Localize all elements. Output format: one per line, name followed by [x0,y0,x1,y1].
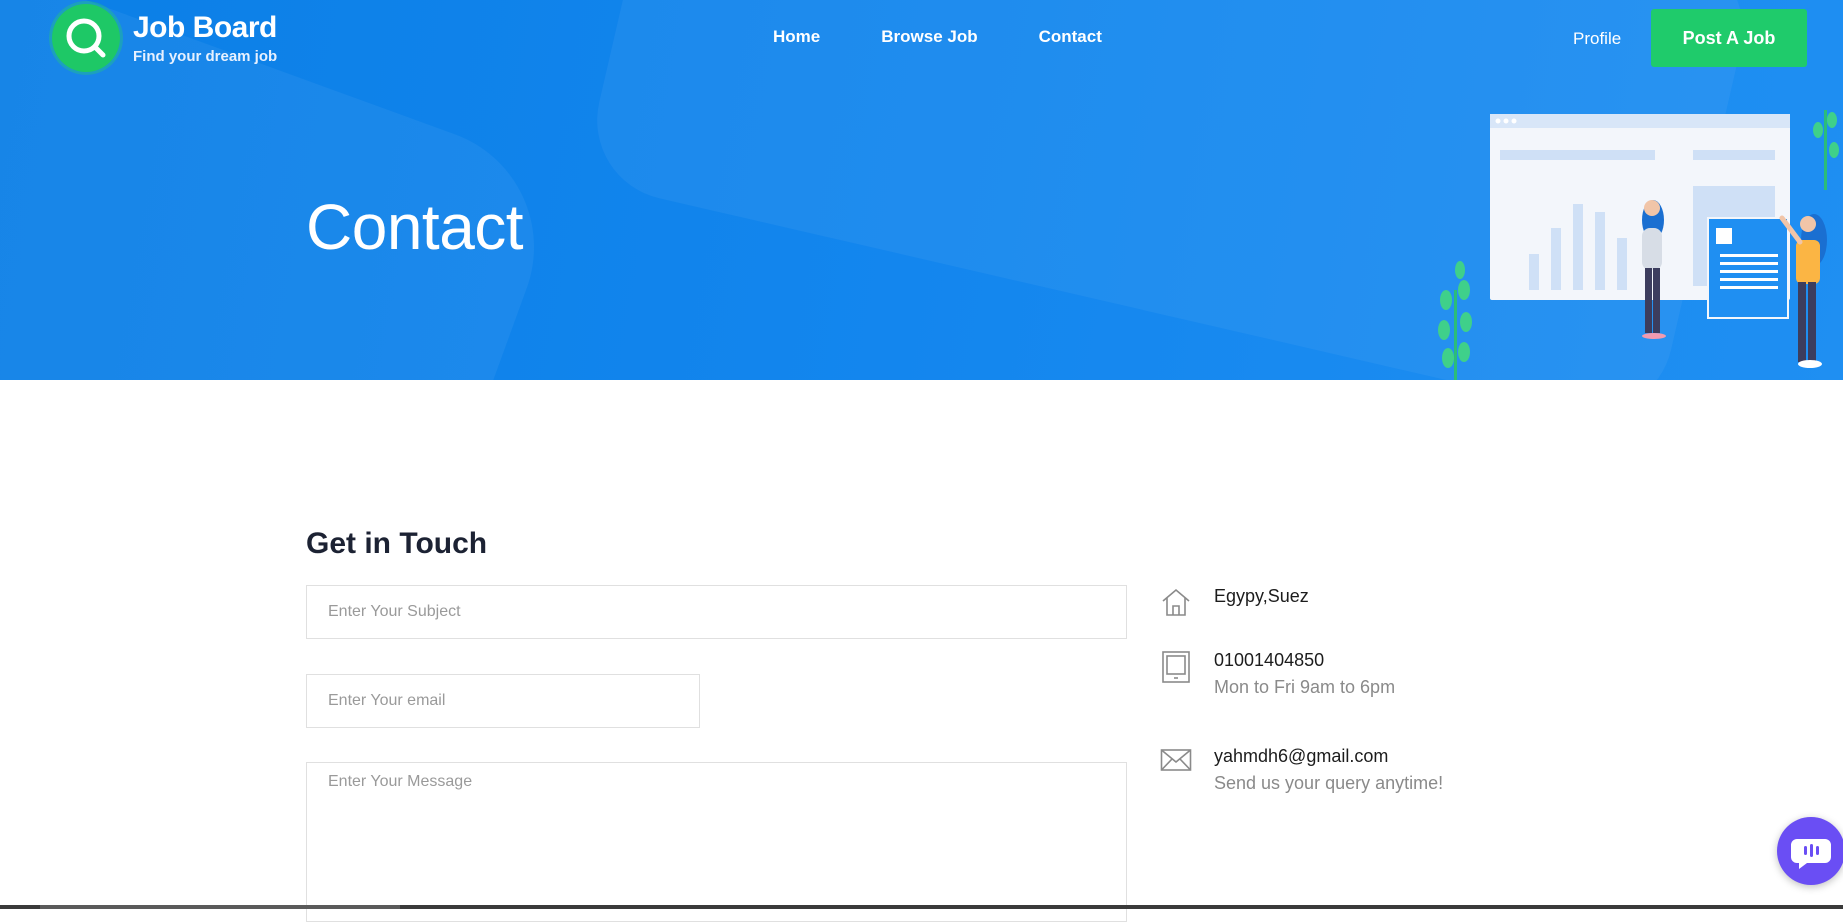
main-nav: Home Browse Job Contact [773,27,1163,47]
plant-illustration [1438,261,1472,380]
nav-contact[interactable]: Contact [1039,27,1102,47]
site-logo[interactable]: Job Board Find your dream job [52,4,277,72]
nav-home[interactable]: Home [773,27,820,47]
message-textarea[interactable] [306,762,1127,922]
search-logo-icon [52,4,120,72]
hero-illustration [1438,110,1839,380]
scrollbar-thumb[interactable] [40,905,400,909]
email-input[interactable] [306,674,700,728]
horizontal-scrollbar[interactable] [0,905,1843,909]
nav-browse-job[interactable]: Browse Job [881,27,977,47]
subject-input[interactable] [306,585,1127,639]
phone-number: 01001404850 [1214,650,1325,670]
plant-illustration-right [1813,110,1839,190]
profile-link[interactable]: Profile [1573,29,1621,49]
hero-banner: Job Board Find your dream job Home Brows… [0,0,1843,380]
tablet-icon [1162,651,1190,683]
page-title: Contact [306,191,524,263]
email-address: yahmdh6@gmail.com [1214,746,1389,766]
home-icon [1162,588,1190,616]
brand-name: Job Board [133,10,277,44]
chat-widget-button[interactable] [1777,817,1843,885]
address-text: Egypy,Suez [1214,586,1309,606]
brand-tagline: Find your dream job [133,47,278,65]
post-job-button[interactable]: Post A Job [1651,9,1807,67]
envelope-icon [1160,749,1192,771]
phone-hours: Mon to Fri 9am to 6pm [1214,677,1396,697]
chat-bubble-icon [1791,839,1831,869]
email-note: Send us your query anytime! [1214,773,1444,793]
get-in-touch-heading: Get in Touch [306,527,488,560]
